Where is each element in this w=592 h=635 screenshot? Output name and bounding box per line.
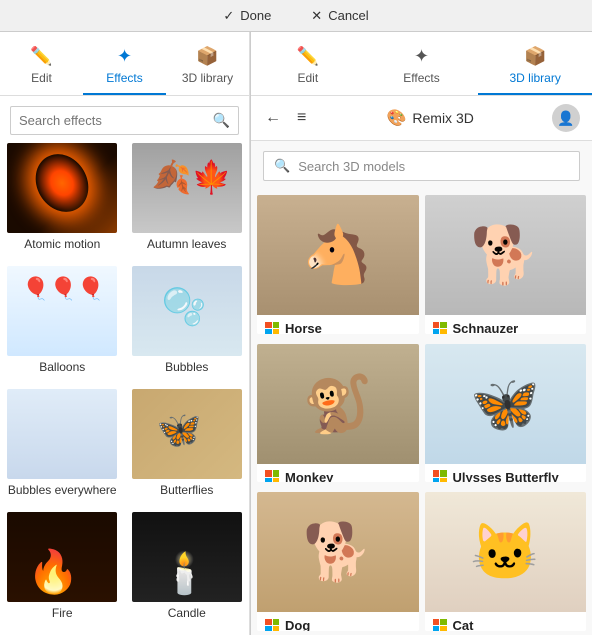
tab-edit-right[interactable]: ✏️ Edit bbox=[251, 40, 365, 95]
model-thumb-ulysses-butterfly: 🦋 bbox=[425, 344, 587, 464]
menu-button[interactable]: ≡ bbox=[295, 107, 308, 129]
right-tab-bar: ✏️ Edit ✦ Effects 📦 3D library bbox=[251, 32, 592, 96]
top-bar: ✓ Done ✕ Cancel bbox=[0, 0, 592, 32]
tab-edit-label-left: Edit bbox=[31, 71, 52, 85]
search-icon-3d: 🔍 bbox=[274, 158, 290, 174]
done-button[interactable]: ✓ Done bbox=[223, 8, 271, 24]
tab-effects-label-left: Effects bbox=[106, 71, 142, 85]
effect-label-bubbles-everywhere: Bubbles everywhere bbox=[8, 483, 117, 497]
ms-logo-monkey bbox=[265, 470, 279, 482]
model-name-schnauzer: Schnauzer bbox=[453, 321, 519, 334]
3dlibrary-icon-left: 📦 bbox=[196, 46, 218, 67]
effect-item-bubbles[interactable]: Bubbles bbox=[125, 266, 250, 389]
effect-thumb-butterflies bbox=[132, 389, 242, 479]
tab-effects-right[interactable]: ✦ Effects bbox=[365, 40, 479, 95]
model-card-horse[interactable]: 🐴HorseMicrosoft♡138👁+··· bbox=[257, 195, 419, 334]
model-name-monkey: Monkey bbox=[285, 470, 333, 483]
model-name-cat: Cat bbox=[453, 618, 474, 631]
effect-label-atomic-motion: Atomic motion bbox=[24, 237, 100, 251]
model-thumb-horse: 🐴 bbox=[257, 195, 419, 315]
remix3d-logo-icon: 🎨 bbox=[386, 108, 406, 128]
3dlibrary-icon-right: 📦 bbox=[524, 46, 546, 67]
effect-item-balloons[interactable]: Balloons bbox=[0, 266, 125, 389]
effect-thumb-bubbles-everywhere bbox=[7, 389, 117, 479]
user-avatar[interactable]: 👤 bbox=[552, 104, 580, 132]
model-name-ulysses-butterfly: Ulysses Butterfly bbox=[453, 470, 559, 483]
effect-item-butterflies[interactable]: Butterflies bbox=[125, 389, 250, 512]
ms-logo-horse bbox=[265, 322, 279, 334]
model-thumb-cat: 🐱 bbox=[425, 492, 587, 612]
effect-thumb-atomic-motion bbox=[7, 143, 117, 233]
tab-3dlibrary-label-left: 3D library bbox=[182, 71, 233, 85]
tab-edit-label-right: Edit bbox=[297, 71, 318, 85]
effect-item-candle[interactable]: Candle bbox=[125, 512, 250, 635]
model-name-dog: Dog bbox=[285, 618, 310, 631]
model-info-schnauzer: SchnauzerMicrosoft♡104👁+··· bbox=[425, 315, 587, 334]
effects-icon-right: ✦ bbox=[414, 46, 429, 67]
search-icon-effects: 🔍 bbox=[213, 112, 230, 129]
model-name-horse: Horse bbox=[285, 321, 322, 334]
model-card-cat[interactable]: 🐱CatMicrosoft♡189👁+··· bbox=[425, 492, 587, 631]
ms-logo-cat bbox=[433, 619, 447, 631]
cancel-label: Cancel bbox=[328, 8, 368, 23]
models-grid: 🐴HorseMicrosoft♡138👁+···🐕SchnauzerMicros… bbox=[251, 191, 592, 635]
main-area: ✏️ Edit ✦ Effects 📦 3D library 🔍 Atomic … bbox=[0, 32, 592, 635]
effect-label-bubbles: Bubbles bbox=[165, 360, 208, 374]
tab-effects-left[interactable]: ✦ Effects bbox=[83, 40, 166, 95]
effect-thumb-fire bbox=[7, 512, 117, 602]
model-info-cat: CatMicrosoft♡189👁+··· bbox=[425, 612, 587, 631]
cancel-button[interactable]: ✕ Cancel bbox=[311, 8, 368, 24]
tab-3dlibrary-left[interactable]: 📦 3D library bbox=[166, 40, 249, 95]
model-card-ulysses-butterfly[interactable]: 🦋Ulysses ButterflyMicrosoft♡660👁+··· bbox=[425, 344, 587, 483]
effect-thumb-candle bbox=[132, 512, 242, 602]
right-panel: ✏️ Edit ✦ Effects 📦 3D library ← ≡ 🎨 Rem… bbox=[251, 32, 592, 635]
tab-edit-left[interactable]: ✏️ Edit bbox=[0, 40, 83, 95]
left-panel: ✏️ Edit ✦ Effects 📦 3D library 🔍 Atomic … bbox=[0, 32, 250, 635]
effect-item-autumn-leaves[interactable]: Autumn leaves bbox=[125, 143, 250, 266]
effect-item-bubbles-everywhere[interactable]: Bubbles everywhere bbox=[0, 389, 125, 512]
done-label: Done bbox=[240, 8, 271, 23]
tab-3dlibrary-label-right: 3D library bbox=[510, 71, 561, 85]
tab-3dlibrary-right[interactable]: 📦 3D library bbox=[478, 40, 592, 95]
effect-thumb-autumn-leaves bbox=[132, 143, 242, 233]
model-card-schnauzer[interactable]: 🐕SchnauzerMicrosoft♡104👁+··· bbox=[425, 195, 587, 334]
model-info-horse: HorseMicrosoft♡138👁+··· bbox=[257, 315, 419, 334]
effect-item-fire[interactable]: Fire bbox=[0, 512, 125, 635]
effect-label-autumn-leaves: Autumn leaves bbox=[147, 237, 226, 251]
ms-logo-dog bbox=[265, 619, 279, 631]
effect-label-butterflies: Butterflies bbox=[160, 483, 213, 497]
search-3d-bar[interactable]: 🔍 Search 3D models bbox=[263, 151, 580, 181]
model-thumb-dog: 🐕 bbox=[257, 492, 419, 612]
search-3d-placeholder: Search 3D models bbox=[298, 159, 405, 174]
check-icon: ✓ bbox=[223, 8, 234, 24]
ms-logo-schnauzer bbox=[433, 322, 447, 334]
model-card-dog[interactable]: 🐕DogMicrosoft♡245👁+··· bbox=[257, 492, 419, 631]
model-info-dog: DogMicrosoft♡245👁+··· bbox=[257, 612, 419, 631]
effects-search-bar[interactable]: 🔍 bbox=[10, 106, 239, 135]
effect-thumb-balloons bbox=[7, 266, 117, 356]
model-info-ulysses-butterfly: Ulysses ButterflyMicrosoft♡660👁+··· bbox=[425, 464, 587, 483]
back-button[interactable]: ← bbox=[263, 107, 283, 129]
x-icon: ✕ bbox=[311, 8, 322, 24]
remix3d-logo: 🎨 Remix 3D bbox=[320, 108, 540, 128]
effect-label-candle: Candle bbox=[168, 606, 206, 620]
tab-effects-label-right: Effects bbox=[403, 71, 439, 85]
right-toolbar: ← ≡ 🎨 Remix 3D 👤 bbox=[251, 96, 592, 141]
edit-icon-left: ✏️ bbox=[30, 46, 52, 67]
effects-icon-left: ✦ bbox=[117, 46, 132, 67]
effect-label-fire: Fire bbox=[52, 606, 73, 620]
model-thumb-schnauzer: 🐕 bbox=[425, 195, 587, 315]
search-effects-input[interactable] bbox=[19, 113, 213, 128]
left-tab-bar: ✏️ Edit ✦ Effects 📦 3D library bbox=[0, 32, 249, 96]
ms-logo-ulysses-butterfly bbox=[433, 470, 447, 482]
model-card-monkey[interactable]: 🐒MonkeyMicrosoft♡335👁+··· bbox=[257, 344, 419, 483]
model-thumb-monkey: 🐒 bbox=[257, 344, 419, 464]
effect-thumb-bubbles bbox=[132, 266, 242, 356]
effect-item-atomic-motion[interactable]: Atomic motion bbox=[0, 143, 125, 266]
effects-grid: Atomic motion Autumn leaves Balloons Bubble… bbox=[0, 143, 249, 635]
model-info-monkey: MonkeyMicrosoft♡335👁+··· bbox=[257, 464, 419, 483]
effect-label-balloons: Balloons bbox=[39, 360, 85, 374]
edit-icon-right: ✏️ bbox=[297, 46, 319, 67]
remix3d-logo-text: Remix 3D bbox=[412, 110, 473, 126]
